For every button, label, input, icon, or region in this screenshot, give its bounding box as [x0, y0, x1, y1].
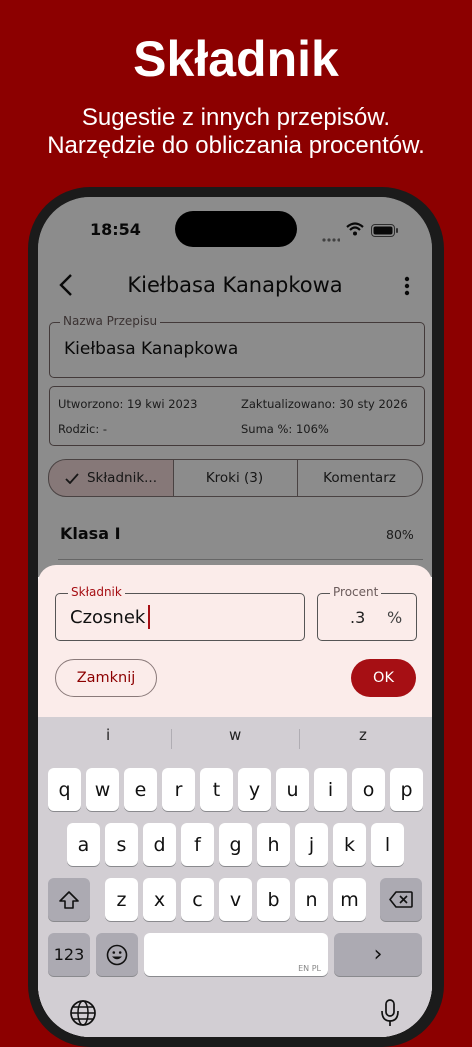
key-l[interactable]: l	[371, 823, 404, 866]
key-x[interactable]: x	[143, 878, 176, 921]
modal-overlay	[38, 197, 432, 577]
promo-subtitle: Sugestie z innych przepisów. Narzędzie d…	[0, 104, 472, 160]
key-n[interactable]: n	[295, 878, 328, 921]
key-b[interactable]: b	[257, 878, 290, 921]
key-h[interactable]: h	[257, 823, 290, 866]
suggestion-divider	[299, 729, 300, 749]
return-key[interactable]: ›	[334, 933, 422, 976]
ingredient-field[interactable]: Składnik Czosnek	[55, 585, 305, 641]
microphone-icon[interactable]	[381, 999, 399, 1031]
suggestion-1[interactable]: i	[106, 726, 110, 744]
key-c[interactable]: c	[181, 878, 214, 921]
key-u[interactable]: u	[276, 768, 309, 811]
percent-field[interactable]: Procent .3 %	[317, 585, 417, 641]
key-z[interactable]: z	[105, 878, 138, 921]
shift-key[interactable]	[48, 878, 90, 921]
phone-screen: 18:54 Kiełbasa Kanapkowa Nazwa Przepisu …	[38, 197, 432, 1037]
percent-unit: %	[387, 608, 403, 627]
promo-title: Składnik	[133, 31, 339, 87]
key-t[interactable]: t	[200, 768, 233, 811]
key-r[interactable]: r	[162, 768, 195, 811]
backspace-key[interactable]	[380, 878, 422, 921]
keyboard: i w z q w e r t y u i o p a s d f g h j …	[38, 717, 432, 1037]
key-a[interactable]: a	[67, 823, 100, 866]
key-j[interactable]: j	[295, 823, 328, 866]
key-k[interactable]: k	[333, 823, 366, 866]
percent-label: Procent	[330, 585, 382, 599]
promo-subtitle-line2: Narzędzie do obliczania procentów.	[47, 132, 425, 159]
key-d[interactable]: d	[143, 823, 176, 866]
key-m[interactable]: m	[333, 878, 366, 921]
key-q[interactable]: q	[48, 768, 81, 811]
key-y[interactable]: y	[238, 768, 271, 811]
emoji-key[interactable]	[96, 933, 138, 976]
promo-subtitle-line1: Sugestie z innych przepisów.	[81, 104, 391, 131]
ingredient-value: Czosnek	[70, 607, 146, 628]
numbers-key[interactable]: 123	[48, 933, 90, 976]
key-f[interactable]: f	[181, 823, 214, 866]
suggestion-2[interactable]: w	[229, 726, 241, 744]
suggestion-3[interactable]: z	[359, 726, 367, 744]
key-g[interactable]: g	[219, 823, 252, 866]
key-w[interactable]: w	[86, 768, 119, 811]
key-s[interactable]: s	[105, 823, 138, 866]
globe-icon[interactable]	[69, 999, 97, 1031]
key-e[interactable]: e	[124, 768, 157, 811]
ingredient-label: Składnik	[68, 585, 125, 599]
percent-value: .3	[350, 608, 366, 627]
ok-button[interactable]: OK	[351, 659, 416, 697]
key-o[interactable]: o	[352, 768, 385, 811]
space-key[interactable]: EN PL	[144, 933, 328, 976]
key-i[interactable]: i	[314, 768, 347, 811]
close-button[interactable]: Zamknij	[55, 659, 157, 697]
suggestion-divider	[171, 729, 172, 749]
text-cursor	[148, 605, 150, 629]
backspace-icon	[389, 891, 413, 908]
space-language-hint: EN PL	[298, 964, 321, 973]
key-p[interactable]: p	[390, 768, 423, 811]
emoji-icon	[106, 944, 128, 965]
shift-icon	[59, 890, 79, 909]
key-v[interactable]: v	[219, 878, 252, 921]
